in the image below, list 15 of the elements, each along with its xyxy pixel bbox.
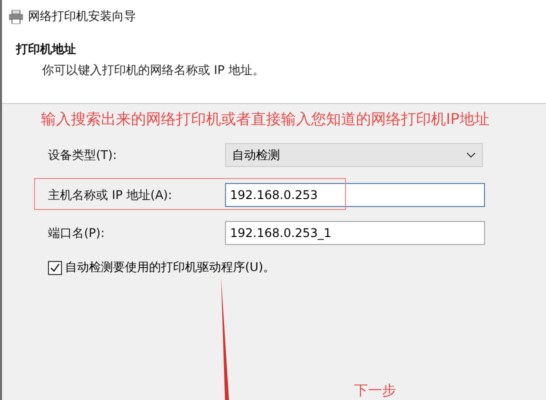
chevron-down-icon <box>466 152 476 158</box>
page-heading: 打印机地址 <box>16 41 77 58</box>
field-label: 端口名(P): <box>48 224 106 242</box>
checkbox-label: 自动检测要使用的打印机驱动程序(U)。 <box>65 259 276 276</box>
field-label: 设备类型(T): <box>48 146 118 164</box>
annotation-text: 输入搜索出来的网络打印机或者直接输入您知道的网络打印机IP地址 <box>41 110 490 129</box>
field-label: 主机名称或 IP 地址(A): <box>48 186 174 204</box>
page-subtitle: 你可以键入打印机的网络名称或 IP 地址。 <box>42 62 266 79</box>
input-field[interactable]: 192.168.0.253_1 <box>225 221 485 245</box>
input-field[interactable]: 192.168.0.253 <box>225 183 485 207</box>
checkbox[interactable] <box>48 260 62 274</box>
annotation-text: 下一步 <box>354 382 396 400</box>
window-title: 网络打印机安装向导 <box>28 8 136 25</box>
device-type-dropdown[interactable]: 自动检测 <box>225 143 483 167</box>
printer-icon <box>8 10 24 24</box>
